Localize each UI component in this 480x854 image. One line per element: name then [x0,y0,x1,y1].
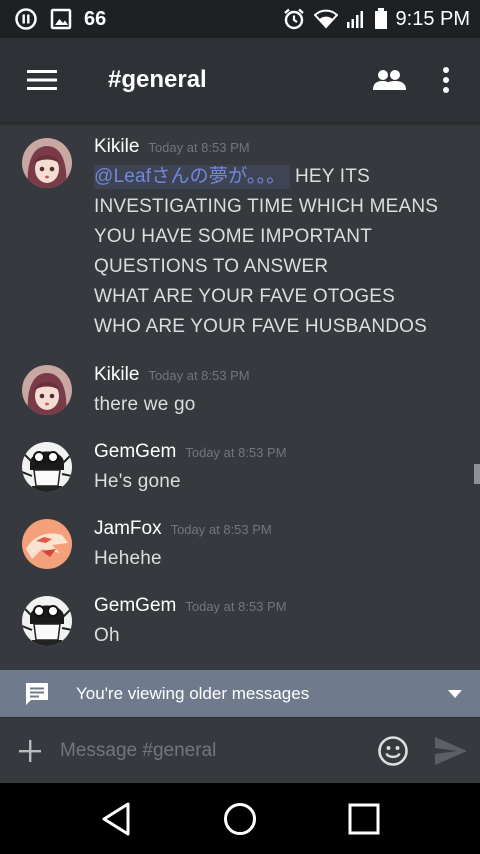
status-bar: 66 9:15 PM [0,0,480,38]
message-line: QUESTIONS TO ANSWER [94,256,329,277]
message-text: Hehehe [94,548,162,569]
avatar[interactable] [22,596,72,646]
message-text: Oh [94,625,120,646]
older-messages-label: You're viewing older messages [76,683,310,703]
system-nav-bar [0,783,480,854]
author-name[interactable]: GemGem [94,441,176,463]
image-icon [50,8,72,30]
message-input[interactable] [60,730,364,771]
home-icon[interactable] [204,783,276,854]
message-line: WHO ARE YOUR FAVE HUSBANDOS [94,316,428,337]
caret-down-icon[interactable] [448,689,462,698]
more-vertical-icon[interactable] [418,38,474,122]
members-icon[interactable] [362,38,418,122]
battery-icon [374,8,388,30]
message-text: @Leafさんの夢が。。。 HEY ITS INVESTIGATING TIME… [94,162,464,342]
message-line: YOU HAVE SOME IMPORTANT [94,226,373,247]
pause-circle-icon [14,7,38,31]
author-name[interactable]: JamFox [94,518,162,540]
back-icon[interactable] [80,783,152,854]
clock: 9:15 PM [395,7,470,30]
author-name[interactable]: GemGem [94,595,176,617]
recents-icon[interactable] [328,783,400,854]
signal-icon [346,9,366,29]
timestamp: Today at 8:53 PM [185,445,287,460]
author-name[interactable]: Kikile [94,364,139,386]
scrollbar-thumb[interactable] [474,464,480,484]
timestamp: Today at 8:53 PM [185,599,287,614]
avatar[interactable] [22,365,72,415]
timestamp: Today at 8:53 PM [148,140,250,155]
notification-count: 66 [84,7,107,30]
user-mention[interactable]: @Leafさんの夢が。。。 [94,165,290,189]
message-icon [24,682,50,706]
send-icon[interactable] [422,718,480,784]
add-attachment-icon[interactable] [0,718,60,784]
timestamp: Today at 8:53 PM [170,522,272,537]
message-text: there we go [94,394,196,415]
message-line: WHAT ARE YOUR FAVE OTOGES [94,286,395,307]
message-text: He's gone [94,471,181,492]
avatar[interactable] [22,442,72,492]
app-header: #general [0,38,480,122]
message-list[interactable]: Kikile Today at 8:53 PM @Leafさんの夢が。。。 HE… [0,122,480,670]
hamburger-menu-icon[interactable] [0,38,84,122]
older-messages-bar[interactable]: You're viewing older messages [0,670,480,717]
wifi-icon [313,9,338,29]
avatar[interactable] [22,519,72,569]
timestamp: Today at 8:53 PM [148,368,250,383]
emoji-icon[interactable] [364,718,422,784]
channel-title: #general [108,66,207,93]
avatar[interactable] [22,138,72,188]
alarm-icon [282,7,306,31]
message-composer [0,717,480,783]
message-line: INVESTIGATING TIME WHICH MEANS [94,196,439,217]
author-name[interactable]: Kikile [94,136,139,158]
message-line: HEY ITS [294,166,370,187]
